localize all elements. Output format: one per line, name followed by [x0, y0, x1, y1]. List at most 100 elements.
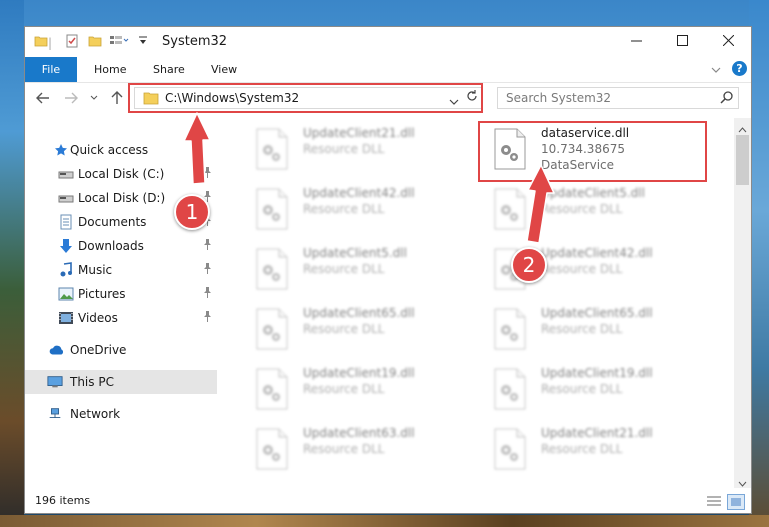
new-folder-icon[interactable]	[88, 34, 102, 51]
sidebar-item-label: OneDrive	[70, 343, 127, 357]
forward-arrow-icon[interactable]	[61, 87, 81, 109]
file-name: UpdateClient42.dll	[303, 186, 415, 200]
file-name: UpdateClient42.dll	[541, 246, 653, 260]
desktop-background-right	[749, 0, 769, 527]
file-item[interactable]: UpdateClient21.dll Resource DLL	[243, 124, 473, 180]
tab-view[interactable]: View	[211, 63, 237, 76]
file-type: Resource DLL	[541, 262, 623, 276]
file-name: UpdateClient19.dll	[303, 366, 415, 380]
maximize-button[interactable]	[659, 27, 705, 57]
dll-file-icon	[255, 128, 289, 170]
file-item[interactable]: UpdateClient65.dll Resource DLL	[481, 304, 711, 360]
file-name: UpdateClient5.dll	[541, 186, 645, 200]
file-type: Resource DLL	[303, 262, 385, 276]
file-item[interactable]: UpdateClient5.dll Resource DLL	[481, 184, 711, 240]
search-input[interactable]	[504, 88, 713, 108]
dll-file-icon	[255, 188, 289, 230]
sidebar-item-network[interactable]: Network	[25, 402, 217, 426]
expand-ribbon-chevron-icon[interactable]	[711, 63, 721, 77]
file-item-dataservice-dll[interactable]: dataservice.dll 10.734.38675 DataService	[481, 124, 711, 180]
tab-share[interactable]: Share	[153, 63, 185, 76]
file-item[interactable]: UpdateClient21.dll Resource DLL	[481, 424, 711, 480]
title-bar: | System32	[25, 27, 751, 57]
ribbon: File Home Share View ?	[25, 57, 751, 83]
close-icon	[722, 34, 734, 49]
dll-file-icon	[493, 308, 527, 350]
toolbar-separator: |	[48, 36, 53, 50]
file-explorer-window: | System32 File Home Share View ? C:\Win…	[24, 26, 752, 514]
dll-file-icon	[493, 428, 527, 470]
desktop-background-left	[0, 0, 24, 527]
dll-file-icon	[493, 368, 527, 410]
sidebar-item-quick-access[interactable]: Quick access	[25, 138, 217, 162]
scroll-up-chevron-icon[interactable]	[738, 122, 747, 136]
file-name: UpdateClient63.dll	[303, 426, 415, 440]
file-type: Resource DLL	[303, 322, 385, 336]
search-box[interactable]	[497, 87, 739, 109]
properties-icon[interactable]	[65, 34, 79, 51]
download-icon	[58, 238, 74, 254]
folder-icon	[143, 90, 159, 108]
file-item[interactable]: UpdateClient5.dll Resource DLL	[243, 244, 473, 300]
pictures-icon	[58, 286, 74, 302]
customize-toolbar-chevron-icon[interactable]	[138, 35, 148, 50]
sidebar-item-label: Documents	[78, 215, 147, 229]
window-title: System32	[162, 34, 228, 49]
minimize-button[interactable]	[613, 27, 659, 57]
file-type: Resource DLL	[303, 202, 385, 216]
sidebar-item-this-pc[interactable]: This PC	[25, 370, 217, 394]
network-icon	[47, 406, 63, 422]
sidebar-item-label: Videos	[78, 311, 118, 325]
address-path: C:\Windows\System32	[165, 91, 300, 105]
drive-icon	[58, 166, 74, 182]
tab-home[interactable]: Home	[94, 63, 126, 76]
sidebar-item-local-disk-c[interactable]: Local Disk (C:)	[25, 162, 217, 186]
sidebar-item-pictures[interactable]: Pictures	[25, 282, 217, 306]
file-item[interactable]: UpdateClient19.dll Resource DLL	[481, 364, 711, 420]
sidebar-item-onedrive[interactable]: OneDrive	[25, 338, 217, 362]
search-icon[interactable]	[720, 91, 733, 107]
view-options-icon[interactable]	[109, 34, 129, 51]
scrollbar-thumb[interactable]	[736, 135, 749, 185]
file-name: UpdateClient21.dll	[541, 426, 653, 440]
documents-icon	[58, 214, 74, 230]
file-type: Resource DLL	[541, 202, 623, 216]
help-button[interactable]: ?	[732, 61, 747, 76]
address-dropdown-chevron-icon[interactable]	[449, 95, 459, 109]
sidebar-item-downloads[interactable]: Downloads	[25, 234, 217, 258]
refresh-button[interactable]	[462, 87, 483, 109]
back-arrow-icon[interactable]	[33, 87, 53, 109]
large-icons-view-icon[interactable]	[727, 494, 745, 510]
close-button[interactable]	[705, 27, 751, 57]
file-item[interactable]: UpdateClient19.dll Resource DLL	[243, 364, 473, 420]
dll-file-icon	[493, 188, 527, 230]
file-type: Resource DLL	[303, 382, 385, 396]
minimize-icon	[630, 35, 642, 49]
address-bar[interactable]: C:\Windows\System32	[134, 87, 482, 109]
sidebar-item-videos[interactable]: Videos	[25, 306, 217, 330]
tab-file[interactable]: File	[25, 57, 77, 82]
vertical-scrollbar[interactable]	[734, 118, 751, 488]
file-type: Resource DLL	[303, 442, 385, 456]
pin-icon	[203, 239, 212, 253]
item-count: 196 items	[35, 494, 91, 507]
sidebar-item-label: Local Disk (C:)	[78, 167, 165, 181]
dll-file-icon	[255, 428, 289, 470]
scroll-down-chevron-icon[interactable]	[738, 476, 747, 490]
file-version: 10.734.38675	[541, 142, 625, 156]
file-type: Resource DLL	[541, 442, 623, 456]
details-view-icon[interactable]	[706, 494, 722, 508]
file-type: Resource DLL	[541, 322, 623, 336]
cloud-icon	[49, 342, 65, 358]
up-arrow-icon[interactable]	[107, 87, 127, 109]
folder-icon	[34, 34, 48, 51]
file-item[interactable]: UpdateClient65.dll Resource DLL	[243, 304, 473, 360]
sidebar-item-music[interactable]: Music	[25, 258, 217, 282]
recent-locations-chevron-icon[interactable]	[87, 87, 101, 109]
computer-icon	[47, 374, 63, 390]
file-item[interactable]: UpdateClient63.dll Resource DLL	[243, 424, 473, 480]
file-item[interactable]: UpdateClient42.dll Resource DLL	[243, 184, 473, 240]
file-list: UpdateClient21.dll Resource DLL UpdateClie…	[231, 118, 731, 488]
callout-badge-1: 1	[174, 194, 210, 230]
dll-file-icon	[255, 308, 289, 350]
